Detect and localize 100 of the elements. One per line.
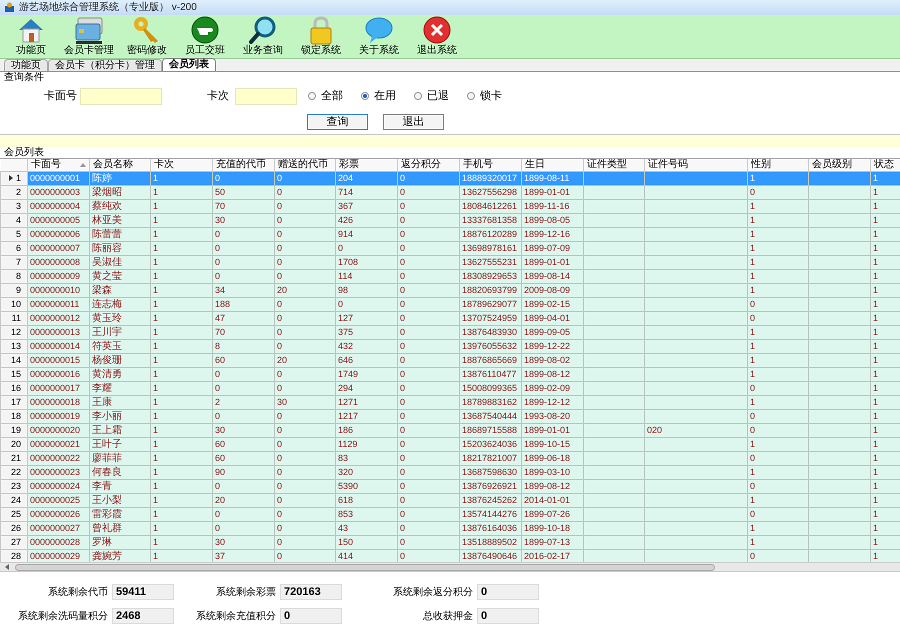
table-cell: 1 — [750, 214, 756, 224]
column-header[interactable]: 手机号 — [460, 159, 522, 171]
table-cell: 18689715588 — [462, 424, 518, 434]
table-row[interactable]: 15 0000000016 黄清勇 1 0 0 1749 0 13876110477 1899-08-12 1 1 — [0, 367, 900, 381]
column-header[interactable]: 会员名称 — [90, 159, 150, 171]
table-row[interactable]: 26 0000000027 曾礼群 1 0 0 43 0 13876164036 1899-10-18 1 1 — [0, 521, 900, 535]
toolbar-button[interactable]: 关于系统 — [350, 14, 408, 58]
table-row[interactable]: 11 0000000012 黄玉玲 1 47 0 127 0 13707524959 1899-04-01 0 1 — [0, 311, 900, 325]
radio-button[interactable]: 锁卡 — [467, 88, 502, 104]
horizontal-scrollbar[interactable] — [0, 562, 900, 572]
table-cell: 1899-08-12 — [524, 368, 570, 378]
table-cell: 13876110477 — [462, 368, 516, 378]
radio-button[interactable]: 全部 — [308, 88, 343, 104]
column-header[interactable]: 证件类型 — [584, 159, 644, 171]
table-cell: 18308929653 — [462, 270, 518, 280]
table-cell: 1 — [873, 214, 878, 224]
toolbar-button[interactable]: 退出系统 — [408, 14, 466, 58]
radio-button[interactable]: 在用 — [361, 88, 396, 104]
table-cell: 0 — [277, 214, 282, 224]
toolbar-button[interactable]: 功能页 — [2, 14, 60, 58]
radio-button[interactable]: 已退 — [414, 88, 449, 104]
tab[interactable]: 功能页 — [4, 59, 48, 71]
column-header[interactable]: 卡面号 — [28, 159, 90, 171]
table-cell: 0000000023 — [30, 466, 80, 476]
card-times-field[interactable] — [235, 88, 297, 104]
table-row[interactable]: 24 0000000025 王小梨 1 20 0 618 0 13876245262 2014-01-01 1 1 — [0, 493, 900, 507]
table-row[interactable]: 3 0000000004 蔡纯欢 1 70 0 367 0 18084612261 1899-11-16 1 1 — [0, 199, 900, 213]
table-cell: 1 — [153, 256, 158, 266]
table-cell: 0000000029 — [30, 550, 80, 560]
table-cell: 20 — [277, 354, 288, 364]
card-number-field[interactable] — [80, 88, 162, 104]
table-cell: 0 — [400, 228, 406, 238]
table-cell: 李青 — [92, 480, 112, 492]
column-header[interactable]: 会员级别 — [808, 159, 870, 171]
column-header[interactable]: 证件号码 — [644, 159, 748, 171]
table-cell: 18789629077 — [462, 298, 518, 308]
row-number: 25 — [10, 508, 21, 520]
table-row[interactable]: 19 0000000020 王上霜 1 30 0 186 0 18689715588 1899-01-01 020 0 1 — [0, 423, 900, 437]
table-cell: 0 — [277, 438, 282, 448]
table-cell: 王川宇 — [92, 326, 122, 338]
query-button[interactable]: 查询 — [307, 114, 368, 130]
column-header[interactable]: 性别 — [748, 159, 808, 171]
table-row[interactable]: 27 0000000028 罗琳 1 30 0 150 0 13518889502 1899-07-13 1 1 — [0, 535, 900, 549]
table-cell: 1 — [153, 200, 158, 210]
column-header[interactable]: 彩票 — [336, 159, 398, 171]
column-header[interactable]: 赠送的代币 — [274, 159, 336, 171]
table-row[interactable]: 1 0000000001 陈婷 1 0 0 204 0 18889320017 1899-08-11 1 1 — [0, 171, 900, 185]
column-header[interactable]: 生日 — [522, 159, 584, 171]
table-row[interactable]: 5 0000000006 陈蕾蕾 1 0 0 914 0 18876120289 1899-12-16 1 1 — [0, 227, 900, 241]
column-header[interactable]: 返分积分 — [398, 159, 460, 171]
table-row[interactable]: 23 0000000024 李青 1 0 0 5390 0 13876926921 1899-08-12 0 1 — [0, 479, 900, 493]
table-row[interactable]: 13 0000000014 符英玉 1 8 0 432 0 13976055632 1899-12-22 1 1 — [0, 339, 900, 353]
table-row[interactable]: 7 0000000008 吴淑佳 1 0 0 1708 0 13627555231 1899-01-01 1 1 — [0, 255, 900, 269]
table-cell: 陈蕾蕾 — [92, 228, 122, 240]
table-cell: 0 — [750, 410, 756, 420]
table-cell: 1 — [873, 172, 878, 182]
table-cell: 0 — [277, 522, 282, 532]
table-cell: 60 — [215, 354, 226, 364]
table-row[interactable]: 2 0000000003 梁烟昭 1 50 0 714 0 13627556298 1899-01-01 0 1 — [0, 185, 900, 199]
table-cell: 0 — [277, 298, 282, 308]
table-row[interactable]: 16 0000000017 李耀 1 0 0 294 0 15008099365 1899-02-09 0 1 — [0, 381, 900, 395]
column-header[interactable]: 状态 — [870, 159, 900, 171]
table-cell: 1899-02-09 — [524, 382, 570, 392]
table-row[interactable]: 25 0000000026 雷彩霞 1 0 0 853 0 13574144276 1899-07-26 0 1 — [0, 507, 900, 521]
table-cell: 1899-08-12 — [524, 480, 570, 490]
table-row[interactable]: 8 0000000009 黄之莹 1 0 0 114 0 18308929653 1899-08-14 1 1 — [0, 269, 900, 283]
table-cell: 1 — [153, 284, 158, 294]
table-cell: 1 — [873, 298, 878, 308]
toolbar-button[interactable]: 业务查询 — [234, 14, 292, 58]
table-row[interactable]: 4 0000000005 林亚美 1 30 0 426 0 13337681358 1899-08-05 1 1 — [0, 213, 900, 227]
table-row[interactable]: 12 0000000013 王川宇 1 70 0 375 0 13876483930 1899-09-05 1 1 — [0, 325, 900, 339]
table-cell: 0 — [400, 186, 406, 196]
toolbar-button[interactable]: 密码修改 — [118, 14, 176, 58]
column-header[interactable]: 充值的代币 — [212, 159, 274, 171]
table-row[interactable]: 14 0000000015 杨俊珊 1 60 20 646 0 18876865669 1899-08-02 1 1 — [0, 353, 900, 367]
table-row[interactable]: 9 0000000010 梁森 1 34 20 98 0 18820693799 2009-08-09 1 1 — [0, 283, 900, 297]
exit-button[interactable]: 退出 — [383, 114, 444, 130]
table-row[interactable]: 22 0000000023 何春良 1 90 0 320 0 13687598630 1899-03-10 1 1 — [0, 465, 900, 479]
row-number: 28 — [10, 550, 21, 562]
table-cell: 646 — [338, 354, 354, 364]
tab[interactable]: 会员卡（积分卡）管理 — [48, 59, 162, 71]
table-row[interactable]: 18 0000000019 李小丽 1 0 0 1217 0 13687540444 1993-08-20 0 1 — [0, 409, 900, 423]
toolbar-button[interactable]: 锁定系统 — [292, 14, 350, 58]
column-header[interactable]: 卡次 — [150, 159, 212, 171]
table-cell: 1 — [873, 270, 878, 280]
toolbar-button[interactable]: 员工交班 — [176, 14, 234, 58]
table-row[interactable]: 17 0000000018 王康 1 2 30 1271 0 18789883162 1899-12-12 1 1 — [0, 395, 900, 409]
table-cell: 1 — [153, 438, 158, 448]
tab[interactable]: 会员列表 — [162, 58, 216, 71]
table-row[interactable]: 28 0000000029 龚婉芳 1 37 0 414 0 13876490646 2016-02-17 0 1 — [0, 549, 900, 562]
table-cell: 70 — [215, 326, 226, 336]
table-cell: 1 — [750, 438, 756, 448]
table-cell: 连志梅 — [92, 298, 122, 310]
table-cell: 15203624036 — [462, 438, 518, 448]
table-row[interactable]: 21 0000000022 廖菲菲 1 60 0 83 0 18217821007 1899-06-18 0 1 — [0, 451, 900, 465]
table-row[interactable]: 6 0000000007 陈丽容 1 0 0 0 0 13698978161 1899-07-09 1 1 — [0, 241, 900, 255]
toolbar-button[interactable]: 会员卡管理 — [60, 14, 118, 58]
table-row[interactable]: 10 0000000011 连志梅 1 188 0 0 0 18789629077 1899-02-15 0 1 — [0, 297, 900, 311]
table-cell: 杨俊珊 — [92, 354, 122, 366]
table-row[interactable]: 20 0000000021 王叶子 1 60 0 1129 0 15203624036 1899-10-15 1 1 — [0, 437, 900, 451]
